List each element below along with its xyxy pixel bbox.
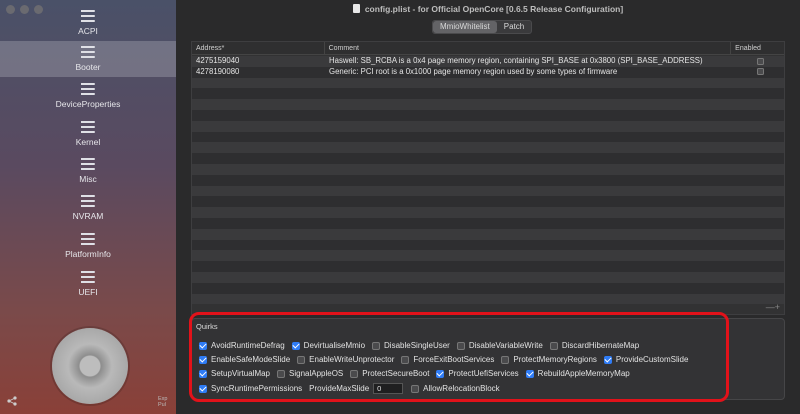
tab-patch[interactable]: Patch	[497, 21, 531, 33]
tab-mmiowhitelist[interactable]: MmioWhitelist	[433, 21, 497, 33]
empty-table-row[interactable]	[192, 228, 784, 240]
enabled-checkbox[interactable]	[757, 68, 764, 76]
list-icon	[81, 9, 95, 23]
empty-table-row[interactable]	[192, 185, 784, 197]
enabled-cell	[733, 67, 784, 78]
sidebar-item-label: Misc	[79, 174, 97, 184]
sidebar-item-platforminfo[interactable]: PlatformInfo	[0, 228, 176, 264]
app-window: ACPI Booter DeviceProperties Kernel Misc NVRA…	[0, 0, 800, 414]
add-remove-controls[interactable]: —+	[766, 302, 780, 312]
comment-cell[interactable]: Generic: PCI root is a 0x1000 page memor…	[325, 67, 733, 78]
empty-table-row[interactable]	[192, 120, 784, 132]
document-icon	[352, 4, 360, 13]
empty-table-row[interactable]	[192, 293, 784, 305]
window-titlebar: config.plist - for Official OpenCore [0.…	[176, 0, 800, 18]
address-cell[interactable]: 4278190080	[192, 67, 325, 78]
sidebar-item-nvram[interactable]: NVRAM	[0, 190, 176, 226]
list-icon	[81, 194, 95, 208]
sidebar-item-label: Kernel	[75, 137, 101, 147]
sidebar-item-label: PlatformInfo	[65, 249, 111, 259]
enabled-checkbox[interactable]	[757, 57, 764, 65]
empty-table-row[interactable]	[192, 163, 784, 175]
enabled-cell	[733, 56, 784, 67]
sidebar-item-label: ACPI	[78, 26, 98, 36]
table-header: Address* Comment Enabled	[192, 42, 784, 55]
list-icon	[81, 120, 95, 134]
empty-table-row[interactable]	[192, 196, 784, 208]
window-title: config.plist - for Official OpenCore [0.…	[364, 4, 624, 14]
table-row[interactable]: 4278190080 Generic: PCI root is a 0x1000 …	[192, 66, 784, 78]
empty-table-row[interactable]	[192, 174, 784, 186]
sidebar-item-uefi[interactable]: UEFI	[0, 266, 176, 302]
column-header-comment[interactable]: Comment	[325, 42, 732, 54]
comment-cell[interactable]: Haswell: SB_RCBA is a 0x4 page memory re…	[325, 56, 733, 67]
list-icon	[81, 45, 95, 59]
list-icon	[81, 232, 95, 246]
list-icon	[81, 157, 95, 171]
empty-table-row[interactable]	[192, 142, 784, 154]
table-row[interactable]: 4275159040 Haswell: SB_RCBA is a 0x4 page…	[192, 56, 784, 67]
sidebar-item-misc[interactable]: Misc	[0, 153, 176, 189]
segmented-tabs: MmioWhitelist Patch	[432, 20, 533, 34]
sidebar-item-label: DeviceProperties	[55, 99, 121, 109]
red-highlight-box	[189, 312, 729, 402]
list-icon	[81, 82, 95, 96]
mmio-whitelist-table: Address* Comment Enabled 4275159040 Haswe…	[191, 41, 785, 315]
address-cell[interactable]: 4275159040	[192, 56, 325, 67]
empty-table-row[interactable]	[192, 239, 784, 251]
sidebar-item-booter[interactable]: Booter	[0, 41, 176, 77]
empty-table-row[interactable]	[192, 88, 784, 100]
sidebar: ACPI Booter DeviceProperties Kernel Misc NVRA…	[0, 0, 176, 414]
empty-table-row[interactable]	[192, 77, 784, 89]
empty-table-row[interactable]	[192, 271, 784, 283]
empty-table-row[interactable]	[192, 131, 784, 143]
column-header-address[interactable]: Address*	[192, 42, 325, 54]
sidebar-item-label: UEFI	[78, 287, 98, 297]
empty-table-row[interactable]	[192, 109, 784, 121]
export-label[interactable]: Exp Pul	[158, 396, 176, 408]
sidebar-item-acpi[interactable]: ACPI	[0, 5, 176, 41]
column-header-enabled[interactable]: Enabled	[731, 42, 784, 54]
sidebar-item-deviceproperties[interactable]: DeviceProperties	[0, 78, 176, 114]
empty-table-row[interactable]	[192, 153, 784, 164]
sidebar-item-kernel[interactable]: Kernel	[0, 116, 176, 152]
empty-table-row[interactable]	[192, 250, 784, 262]
opencore-logo	[52, 328, 128, 404]
list-icon	[81, 270, 95, 284]
empty-table-row[interactable]	[192, 217, 784, 229]
table-body: 4275159040 Haswell: SB_RCBA is a 0x4 page…	[192, 56, 784, 305]
empty-table-row[interactable]	[192, 261, 784, 272]
empty-table-row[interactable]	[192, 99, 784, 110]
empty-table-row[interactable]	[192, 207, 784, 218]
sidebar-item-label: Booter	[75, 62, 101, 72]
share-icon[interactable]	[7, 396, 17, 406]
empty-table-row[interactable]	[192, 282, 784, 294]
sidebar-item-label: NVRAM	[72, 211, 104, 221]
